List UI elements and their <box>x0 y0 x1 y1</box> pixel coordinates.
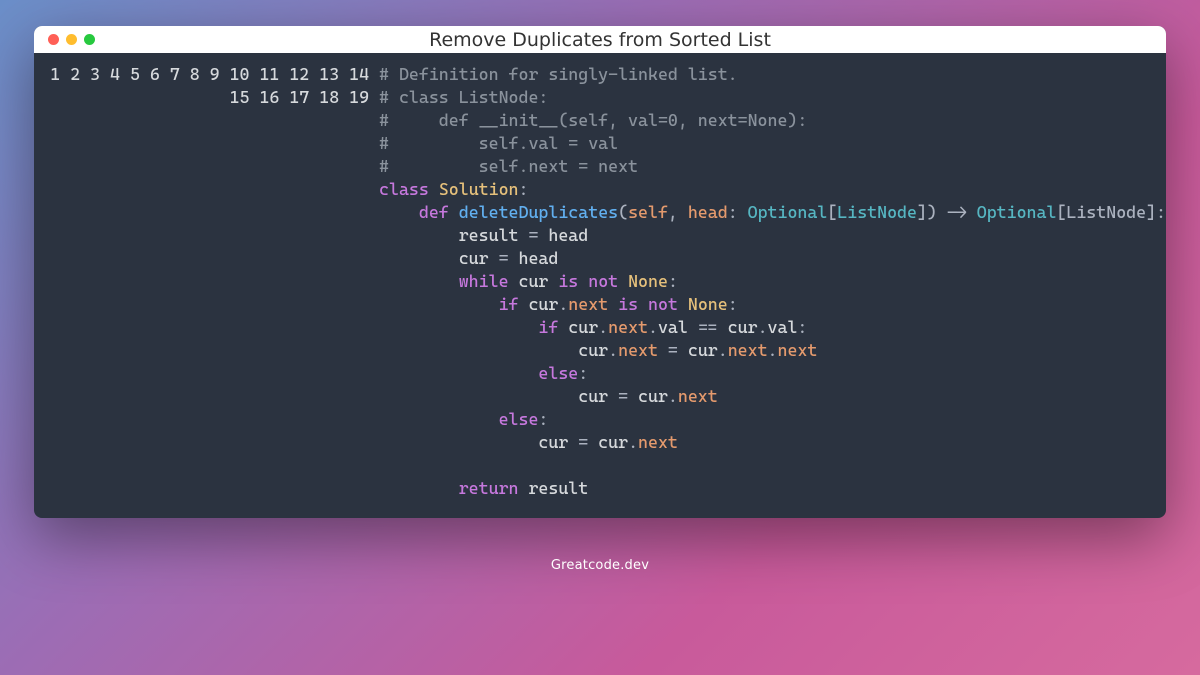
minimize-icon[interactable] <box>66 34 77 45</box>
code-line[interactable]: cur = cur.next <box>379 385 1166 408</box>
code-line[interactable]: # Definition for singly-linked list. <box>379 63 1166 86</box>
titlebar: Remove Duplicates from Sorted List <box>34 26 1166 53</box>
code-line[interactable]: class Solution: <box>379 178 1166 201</box>
code-line[interactable]: cur.next = cur.next.next <box>379 339 1166 362</box>
code-area: 1 2 3 4 5 6 7 8 9 10 11 12 13 14 15 16 1… <box>34 53 1166 518</box>
traffic-lights <box>48 34 95 45</box>
code-line[interactable]: # def __init__(self, val=0, next=None): <box>379 109 1166 132</box>
code-line[interactable]: if cur.next.val == cur.val: <box>379 316 1166 339</box>
code-line[interactable]: while cur is not None: <box>379 270 1166 293</box>
code-line[interactable]: if cur.next is not None: <box>379 293 1166 316</box>
code-line[interactable]: return result <box>379 477 1166 500</box>
code-line[interactable]: cur = head <box>379 247 1166 270</box>
code-line[interactable]: # class ListNode: <box>379 86 1166 109</box>
code-line[interactable]: else: <box>379 362 1166 385</box>
code-content[interactable]: # Definition for singly-linked list.# cl… <box>379 63 1166 500</box>
line-number-gutter: 1 2 3 4 5 6 7 8 9 10 11 12 13 14 15 16 1… <box>34 63 379 500</box>
code-line[interactable] <box>379 454 1166 477</box>
footer-attribution: Greatcode.dev <box>551 558 649 573</box>
code-line[interactable]: else: <box>379 408 1166 431</box>
code-line[interactable]: result = head <box>379 224 1166 247</box>
code-line[interactable]: # self.next = next <box>379 155 1166 178</box>
code-line[interactable]: def deleteDuplicates(self, head: Optiona… <box>379 201 1166 224</box>
code-line[interactable]: # self.val = val <box>379 132 1166 155</box>
code-line[interactable]: cur = cur.next <box>379 431 1166 454</box>
close-icon[interactable] <box>48 34 59 45</box>
maximize-icon[interactable] <box>84 34 95 45</box>
editor-window: Remove Duplicates from Sorted List 1 2 3… <box>34 26 1166 518</box>
window-title: Remove Duplicates from Sorted List <box>429 29 771 51</box>
